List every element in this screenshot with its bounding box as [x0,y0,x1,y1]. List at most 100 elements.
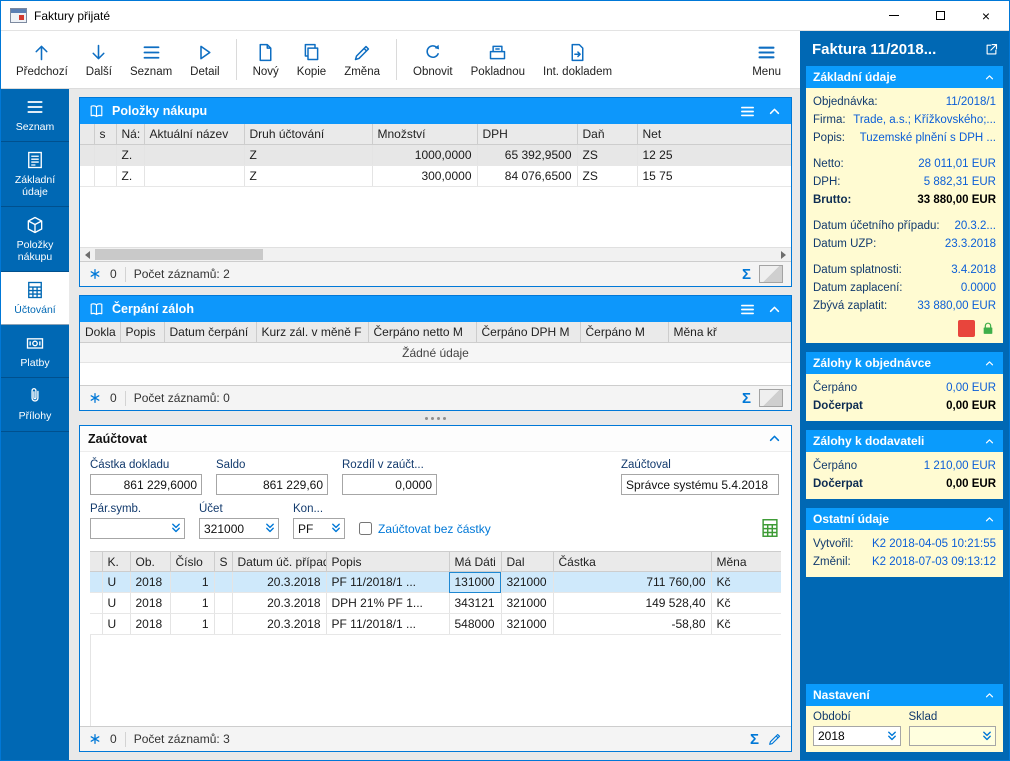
col-desc[interactable]: Popis [120,322,164,342]
list-button[interactable]: Seznam [121,33,181,86]
other-info-header[interactable]: Ostatní údaje [806,508,1003,530]
table-row[interactable]: Z. Z 300,0000 84 076,6500 ZS 15 75 [80,165,791,186]
close-button[interactable]: × [963,1,1009,30]
col-dal[interactable]: Dal [501,552,553,572]
col-name[interactable]: Aktuální název [144,124,244,144]
col-na[interactable]: Ná: [116,124,144,144]
filter-flake-icon[interactable] [88,391,102,405]
col-ob[interactable]: Ob. [130,552,170,572]
col-rate[interactable]: Kurz zál. v měně F [256,322,368,342]
sidebar-item-prilohy[interactable]: Přílohy [1,378,69,431]
collapse-chevron-icon[interactable] [766,103,783,120]
basic-info-header[interactable]: Základní údaje [806,66,1003,88]
refresh-button[interactable]: Obnovit [404,33,462,86]
col-k[interactable]: K. [102,552,130,572]
correction-button[interactable] [759,389,783,407]
basic-info-body: Objednávka:11/2018/1 Firma:Trade, a.s.; … [806,88,1003,343]
horizontal-scrollbar[interactable] [80,247,791,261]
settings-header[interactable]: Nastavení [806,684,1003,706]
col-s[interactable]: S [214,552,232,572]
edit-button[interactable]: Změna [335,33,389,86]
dropdown-chevrons-icon[interactable] [329,521,343,535]
col-tax[interactable]: Daň [577,124,637,144]
minimize-button[interactable] [871,1,917,30]
col-indicator[interactable] [80,124,94,144]
col-netto[interactable]: Net [637,124,791,144]
col-amount[interactable]: Částka [553,552,711,572]
brutto-value: 33 880,00 EUR [917,191,996,209]
new-button[interactable]: Nový [244,33,288,86]
sidebar-item-seznam[interactable]: Seznam [1,89,69,142]
edit-pencil-icon[interactable] [767,731,783,747]
col-date[interactable]: Datum čerpání [164,322,256,342]
period-field: Období [813,711,901,746]
correction-button[interactable] [759,265,783,283]
posted-by-input[interactable] [621,474,779,495]
sidebar-item-zakladni-udaje[interactable]: Základní údaje [1,142,69,207]
table-row[interactable]: U 2018 1 20.3.2018 DPH 21% PF 1... 34312… [90,593,781,614]
scroll-left-button[interactable] [80,248,95,261]
col-date[interactable]: Datum úč. případu [232,552,326,572]
col-md[interactable]: Má Dáti [449,552,501,572]
col-vat[interactable]: Čerpáno DPH M [476,322,580,342]
previous-button[interactable]: Předchozí [7,33,77,86]
col-total[interactable]: Čerpáno M [580,322,668,342]
sum-button[interactable]: Σ [742,391,751,406]
table-row[interactable]: Z. Z 1000,0000 65 392,9500 ZS 12 25 [80,144,791,165]
calculator-button[interactable] [759,517,781,539]
sidebar-item-platby[interactable]: Platby [1,325,69,378]
collapse-chevron-icon[interactable] [983,71,996,84]
sidebar-item-uctovani[interactable]: Účtování [1,272,69,325]
col-qty[interactable]: Množství [372,124,477,144]
dropdown-chevrons-icon[interactable] [980,729,994,743]
filter-flake-icon[interactable] [88,267,102,281]
sum-button[interactable]: Σ [750,732,759,747]
scrollbar-track[interactable] [95,248,776,261]
sum-button[interactable]: Σ [742,267,751,282]
amount-input[interactable] [90,474,202,495]
col-desc[interactable]: Popis [326,552,449,572]
col-s[interactable]: s [94,124,116,144]
maximize-button[interactable] [917,1,963,30]
table-row[interactable]: U 2018 1 20.3.2018 PF 11/2018/1 ... 1310… [90,572,781,593]
saldo-input[interactable] [216,474,328,495]
sidebar-item-polozky-nakupu[interactable]: Položky nákupu [1,207,69,272]
pay-by-cash-button[interactable]: Pokladnou [462,33,534,86]
scroll-right-button[interactable] [776,248,791,261]
col-netto[interactable]: Čerpáno netto M [368,322,476,342]
collapse-chevron-icon[interactable] [766,430,783,447]
col-currency[interactable]: Měna [711,552,781,572]
menu-button[interactable]: Menu [743,33,790,86]
table-row[interactable]: U 2018 1 20.3.2018 PF 11/2018/1 ... 5480… [90,614,781,635]
panel-splitter[interactable] [79,411,792,425]
col-doc[interactable]: Dokla [80,322,120,342]
collapse-chevron-icon[interactable] [983,689,996,702]
order-advances-header[interactable]: Zálohy k objednávce [806,352,1003,374]
collapse-chevron-icon[interactable] [766,301,783,318]
col-currency[interactable]: Měna kř [668,322,791,342]
col-vat[interactable]: DPH [477,124,577,144]
col-indicator[interactable] [90,552,102,572]
collapse-chevron-icon[interactable] [983,513,996,526]
flag-count: 0 [110,732,117,746]
dropdown-chevrons-icon[interactable] [263,521,277,535]
next-button[interactable]: Další [77,33,121,86]
panel-menu-icon[interactable] [739,301,756,318]
collapse-chevron-icon[interactable] [983,357,996,370]
post-without-amount-checkbox[interactable] [359,522,372,535]
supplier-advances-header[interactable]: Zálohy k dodavateli [806,430,1003,452]
detail-button[interactable]: Detail [181,33,228,86]
col-num[interactable]: Číslo [170,552,214,572]
collapse-chevron-icon[interactable] [983,435,996,448]
copy-button[interactable]: Kopie [288,33,335,86]
scrollbar-thumb[interactable] [95,249,263,260]
external-link-icon[interactable] [984,42,999,57]
internal-document-button[interactable]: Int. dokladem [534,33,621,86]
focused-cell[interactable]: 131000 [449,572,501,593]
difference-input[interactable] [342,474,437,495]
filter-flake-icon[interactable] [88,732,102,746]
dropdown-chevrons-icon[interactable] [885,729,899,743]
panel-menu-icon[interactable] [739,103,756,120]
dropdown-chevrons-icon[interactable] [169,521,183,535]
col-type[interactable]: Druh účtování [244,124,372,144]
